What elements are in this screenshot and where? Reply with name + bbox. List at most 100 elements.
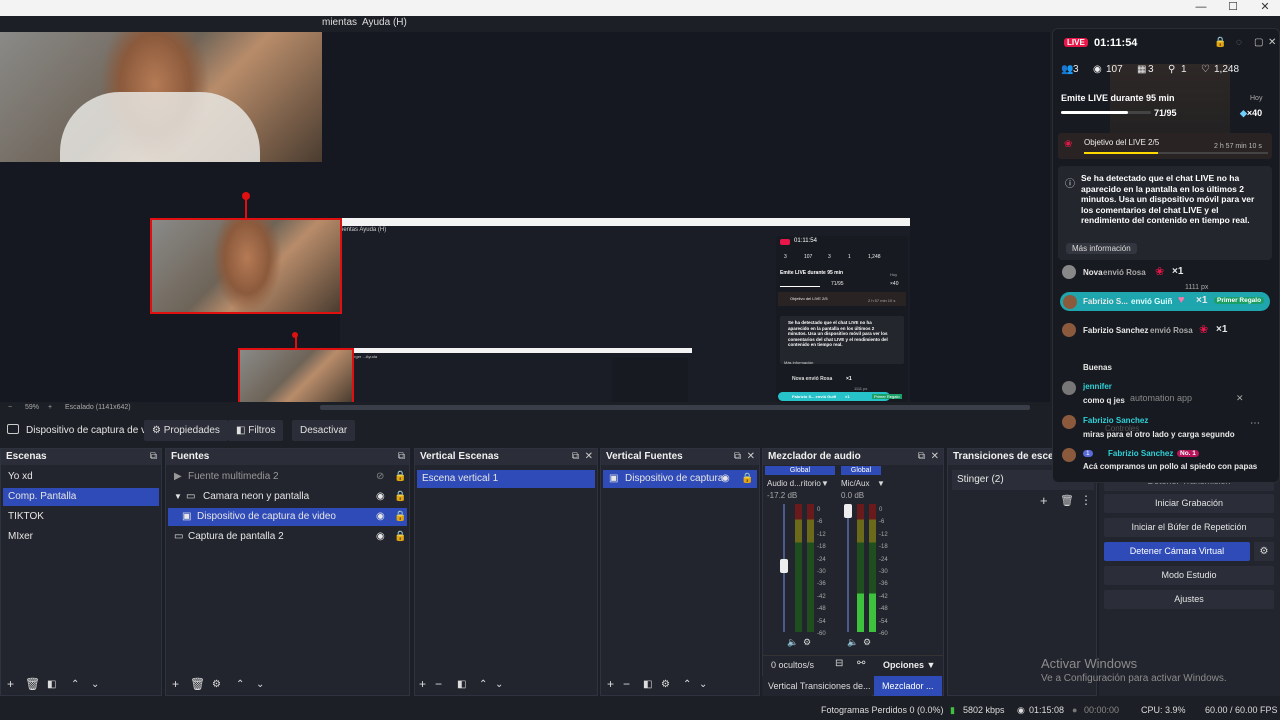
preview-canvas[interactable]: ientas Ayuda (H) 01:11:54 3 107 3 1 1,24…	[0, 32, 1050, 402]
lock-icon[interactable]: 🔒	[394, 468, 406, 486]
move-up-icon[interactable]: ⌃	[71, 679, 79, 690]
tab-vertical-transitions[interactable]: Vertical Transiciones de...	[762, 676, 872, 696]
webcam-feed	[0, 32, 322, 162]
menu-tools[interactable]: mientas	[322, 17, 357, 28]
scene-item[interactable]: Comp. Pantalla	[3, 488, 159, 506]
remove-icon[interactable]: −	[435, 677, 442, 691]
virtual-camera-settings-button[interactable]: ⚙	[1254, 542, 1274, 561]
tab-mixer[interactable]: Mezclador ...	[874, 676, 942, 696]
minimize-button[interactable]: —	[1186, 0, 1216, 16]
add-icon[interactable]: +	[1040, 493, 1048, 508]
source-group[interactable]: ▼ ▭ Camara neon y pantalla ◉ 🔒	[168, 488, 407, 506]
move-down-icon[interactable]: ⌄	[495, 679, 503, 690]
speaker-icon[interactable]: 🔈	[787, 637, 798, 648]
lock-icon[interactable]: 🔒	[394, 488, 406, 506]
gear-icon[interactable]: ⚙	[863, 637, 871, 648]
zoom-out-icon[interactable]: −	[8, 404, 12, 411]
properties-button[interactable]: ⚙ Propiedades	[144, 420, 228, 441]
close-button[interactable]: ✕	[1250, 0, 1280, 16]
filter-icon[interactable]: ◧	[457, 679, 466, 690]
close-icon[interactable]: ✕	[1236, 393, 1244, 404]
add-icon[interactable]: +	[607, 677, 614, 691]
lock-icon[interactable]: 🔒	[1214, 37, 1226, 48]
studio-mode-button[interactable]: Modo Estudio	[1104, 566, 1274, 585]
vertical-scene-item[interactable]: Escena vertical 1	[417, 470, 595, 488]
add-icon[interactable]: +	[7, 677, 14, 691]
source-item[interactable]: ▶ Fuente multimedia 2 ⊘ 🔒	[168, 468, 407, 486]
filter-icon[interactable]: ◧	[643, 679, 652, 690]
maximize-button[interactable]: ☐	[1218, 0, 1248, 16]
zoom-in-icon[interactable]: +	[48, 404, 52, 411]
rotate-handle[interactable]	[242, 192, 250, 200]
replay-buffer-button[interactable]: Iniciar el Búfer de Repetición	[1104, 518, 1274, 537]
close-icon[interactable]: ✕	[585, 449, 593, 465]
dock-float-icon[interactable]: ⧉	[734, 449, 741, 465]
window-icon[interactable]: ▢	[1254, 37, 1263, 48]
trash-icon[interactable]: 🗑	[190, 677, 205, 691]
options-button[interactable]: Opciones ▼	[883, 660, 935, 670]
filter-icon[interactable]: ◧	[47, 679, 56, 690]
more-icon[interactable]: ⋯	[1250, 418, 1260, 429]
volume-handle[interactable]	[844, 504, 852, 518]
move-up-icon[interactable]: ⌃	[479, 679, 487, 690]
volume-handle[interactable]	[780, 559, 788, 573]
dock-float-icon[interactable]: ⧉	[572, 449, 579, 465]
vertical-source-item[interactable]: ▣ Dispositivo de captura ◉ 🔒	[603, 470, 757, 488]
scene-item[interactable]: MIxer	[3, 528, 159, 546]
scene-item[interactable]: Yo xd	[3, 468, 159, 486]
vertical-scenes-title: Vertical Escenas	[420, 451, 499, 462]
gear-icon[interactable]: ⚙	[661, 679, 670, 690]
lock-icon[interactable]: 🔒	[741, 470, 753, 488]
layout-icon[interactable]: ⊟	[835, 658, 843, 669]
lock-icon[interactable]: 🔒	[394, 528, 406, 546]
lock-icon[interactable]: 🔒	[394, 508, 406, 526]
eye-icon[interactable]: ◉	[376, 488, 385, 506]
dock-float-icon[interactable]: ⧉	[150, 449, 157, 465]
loading-icon: ◌	[1236, 37, 1242, 48]
selected-source-box[interactable]	[150, 218, 342, 314]
close-icon[interactable]: ✕	[747, 449, 755, 465]
source-item[interactable]: ▭ Captura de pantalla 2 ◉ 🔒	[168, 528, 407, 546]
remove-icon[interactable]: −	[623, 677, 630, 691]
move-down-icon[interactable]: ⌄	[256, 679, 264, 690]
move-down-icon[interactable]: ⌄	[91, 679, 99, 690]
volume-slider[interactable]	[847, 504, 849, 632]
dock-float-icon[interactable]: ⧉	[398, 449, 405, 465]
audio-mixer-dock: Mezclador de audio ⧉ ✕ Global Global Audio…	[762, 448, 944, 696]
eye-icon[interactable]: ◉	[376, 508, 385, 526]
gear-icon[interactable]: ⚙	[212, 679, 221, 690]
chevron-down-icon[interactable]: ▼	[174, 488, 182, 506]
move-up-icon[interactable]: ⌃	[236, 679, 244, 690]
move-up-icon[interactable]: ⌃	[683, 679, 691, 690]
heart-icon: ♥	[1178, 294, 1185, 306]
eye-icon[interactable]: ◉	[721, 470, 730, 488]
eye-icon[interactable]: ◉	[376, 528, 385, 546]
gear-icon[interactable]: ⚙	[803, 637, 811, 648]
menu-help[interactable]: Ayuda (H)	[362, 17, 407, 28]
dock-float-icon[interactable]: ⧉	[918, 449, 925, 465]
horizontal-scrollbar[interactable]	[320, 405, 1030, 410]
rose-icon: ❀	[1155, 266, 1165, 278]
trash-icon[interactable]: 🗑	[1060, 494, 1074, 507]
trash-icon[interactable]: 🗑	[25, 677, 40, 691]
live-badge: LIVE	[1064, 38, 1088, 47]
chevron-down-icon[interactable]: ▼	[877, 479, 885, 488]
stop-virtual-camera-button[interactable]: Detener Cámara Virtual	[1104, 542, 1250, 561]
source-item[interactable]: ▣ Dispositivo de captura de video ◉ 🔒	[168, 508, 407, 526]
filters-button[interactable]: ◧ Filtros	[228, 420, 284, 441]
chevron-down-icon[interactable]: ▼	[821, 479, 829, 488]
speaker-icon[interactable]: 🔈	[847, 637, 858, 648]
more-icon[interactable]: ⋮	[1080, 493, 1092, 507]
settings-button[interactable]: Ajustes	[1104, 590, 1274, 609]
add-icon[interactable]: +	[419, 677, 426, 691]
move-down-icon[interactable]: ⌄	[699, 679, 707, 690]
add-icon[interactable]: +	[172, 677, 179, 691]
start-recording-button[interactable]: Iniciar Grabación	[1104, 494, 1274, 513]
deactivate-button[interactable]: Desactivar	[292, 420, 356, 441]
more-info-button[interactable]: Más información	[1066, 243, 1137, 254]
scene-item[interactable]: TIKTOK	[3, 508, 159, 526]
link-icon[interactable]: ⚯	[857, 658, 865, 669]
eye-hidden-icon[interactable]: ⊘	[376, 468, 384, 486]
close-icon[interactable]: ✕	[1268, 37, 1276, 48]
close-icon[interactable]: ✕	[931, 449, 939, 465]
